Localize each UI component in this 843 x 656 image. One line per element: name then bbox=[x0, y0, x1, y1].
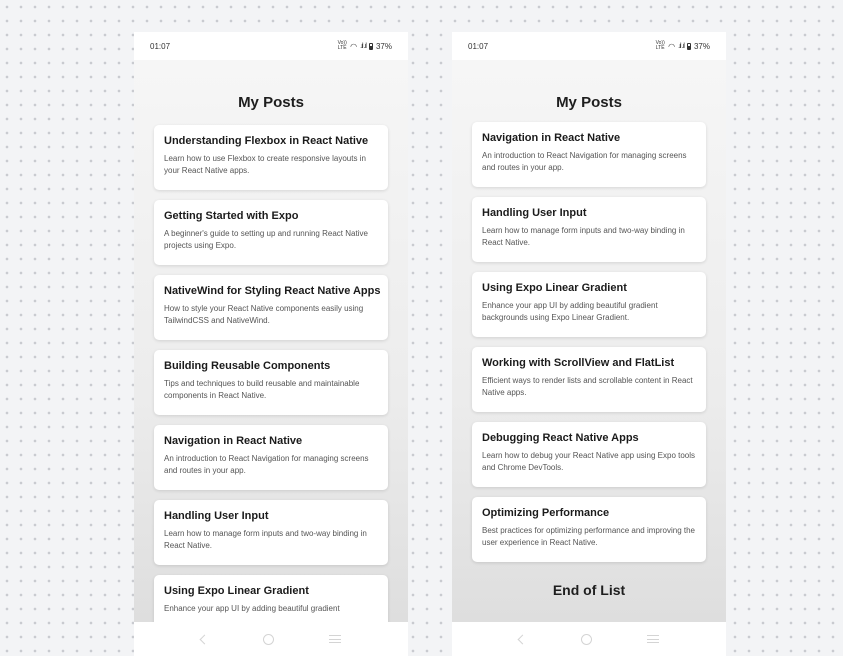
post-description: A beginner's guide to setting up and run… bbox=[164, 229, 368, 250]
phone-screen-right: 01:07 Vo)) LTE ◠ .ıl .ıl 37% My Posts Na… bbox=[452, 32, 726, 656]
page-title: My Posts bbox=[238, 94, 304, 111]
signal-icon: .ıl .ıl bbox=[360, 42, 367, 50]
posts-screen[interactable]: My Posts Understanding Flexbox in React … bbox=[134, 60, 408, 622]
post-card[interactable]: Getting Started with Expo A beginner's g… bbox=[154, 200, 388, 265]
volte-icon: Vo)) LTE bbox=[337, 40, 347, 51]
post-description: Efficient ways to render lists and scrol… bbox=[482, 376, 693, 397]
battery-icon bbox=[686, 42, 691, 50]
back-icon[interactable] bbox=[199, 634, 210, 644]
menu-icon[interactable] bbox=[328, 635, 341, 643]
status-bar: 01:07 Vo)) LTE ◠ .ıl .ıl 37% bbox=[134, 32, 408, 60]
post-title: Optimizing Performance bbox=[482, 507, 610, 519]
phone-screen-left: 01:07 Vo)) LTE ◠ .ıl .ıl 37% My Posts Un… bbox=[134, 32, 408, 656]
post-card[interactable]: Working with ScrollView and FlatList Eff… bbox=[472, 347, 706, 412]
post-title: Using Expo Linear Gradient bbox=[482, 282, 627, 294]
post-title: Getting Started with Expo bbox=[164, 210, 299, 222]
post-title: Working with ScrollView and FlatList bbox=[482, 357, 675, 369]
status-time: 01:07 bbox=[468, 41, 489, 51]
post-title: Handling User Input bbox=[164, 510, 269, 522]
home-icon[interactable] bbox=[262, 633, 274, 645]
post-card[interactable]: Handling User Input Learn how to manage … bbox=[154, 500, 388, 565]
post-title: Understanding Flexbox in React Native bbox=[164, 135, 369, 147]
post-title: Navigation in React Native bbox=[482, 132, 621, 144]
battery-icon bbox=[368, 42, 373, 50]
status-bar: 01:07 Vo)) LTE ◠ .ıl .ıl 37% bbox=[452, 32, 726, 60]
post-card[interactable]: Using Expo Linear Gradient Enhance your … bbox=[472, 272, 706, 337]
posts-screen[interactable]: My Posts Navigation in React Native An i… bbox=[452, 60, 726, 622]
wifi-icon: ◠ bbox=[668, 41, 676, 51]
signal-icon: .ıl .ıl bbox=[678, 42, 685, 50]
post-description: How to style your React Native component… bbox=[164, 304, 364, 325]
post-description: Learn how to manage form inputs and two-… bbox=[164, 529, 367, 550]
battery-percent: 37% bbox=[693, 41, 710, 51]
post-title: Debugging React Native Apps bbox=[482, 432, 639, 444]
back-icon[interactable] bbox=[517, 634, 528, 644]
post-title: NativeWind for Styling React Native Apps bbox=[164, 285, 381, 297]
page-title: My Posts bbox=[556, 94, 622, 111]
post-title: Handling User Input bbox=[482, 207, 587, 219]
post-card[interactable]: Handling User Input Learn how to manage … bbox=[472, 197, 706, 262]
end-of-list-text: End of List bbox=[552, 582, 626, 598]
post-title: Navigation in React Native bbox=[164, 435, 303, 447]
status-icons: Vo)) LTE ◠ .ıl .ıl 37% bbox=[655, 41, 710, 51]
system-nav-bar bbox=[134, 622, 408, 656]
post-description: Enhance your app UI by adding beautiful … bbox=[164, 604, 340, 613]
post-description: Enhance your app UI by adding beautiful … bbox=[482, 301, 658, 322]
status-icons: Vo)) LTE ◠ .ıl .ıl 37% bbox=[337, 41, 392, 51]
status-time: 01:07 bbox=[150, 41, 171, 51]
post-card[interactable]: Optimizing Performance Best practices fo… bbox=[472, 497, 706, 562]
home-icon[interactable] bbox=[580, 633, 592, 645]
post-description: Tips and techniques to build reusable an… bbox=[164, 379, 360, 400]
post-card[interactable]: Debugging React Native Apps Learn how to… bbox=[472, 422, 706, 487]
system-nav-bar bbox=[452, 622, 726, 656]
battery-percent: 37% bbox=[375, 41, 392, 51]
post-description: An introduction to React Navigation for … bbox=[164, 454, 369, 475]
post-card[interactable]: Navigation in React Native An introducti… bbox=[154, 425, 388, 490]
post-card[interactable]: Understanding Flexbox in React Native Le… bbox=[154, 125, 388, 190]
post-description: Learn how to use Flexbox to create respo… bbox=[164, 154, 366, 175]
post-title: Using Expo Linear Gradient bbox=[164, 585, 309, 597]
post-card[interactable]: Using Expo Linear Gradient Enhance your … bbox=[154, 575, 388, 622]
post-description: Learn how to debug your React Native app… bbox=[482, 451, 696, 472]
post-description: Learn how to manage form inputs and two-… bbox=[482, 226, 685, 247]
post-card[interactable]: NativeWind for Styling React Native Apps… bbox=[154, 275, 388, 340]
post-card[interactable]: Building Reusable Components Tips and te… bbox=[154, 350, 388, 415]
wifi-icon: ◠ bbox=[350, 41, 358, 51]
post-list[interactable]: Understanding Flexbox in React Native Le… bbox=[154, 125, 388, 622]
post-list[interactable]: Navigation in React Native An introducti… bbox=[472, 122, 706, 572]
post-description: Best practices for optimizing performanc… bbox=[482, 526, 695, 547]
menu-icon[interactable] bbox=[646, 635, 659, 643]
post-title: Building Reusable Components bbox=[164, 360, 331, 372]
post-card[interactable]: Navigation in React Native An introducti… bbox=[472, 122, 706, 187]
post-description: An introduction to React Navigation for … bbox=[482, 151, 687, 172]
volte-icon: Vo)) LTE bbox=[655, 40, 665, 51]
